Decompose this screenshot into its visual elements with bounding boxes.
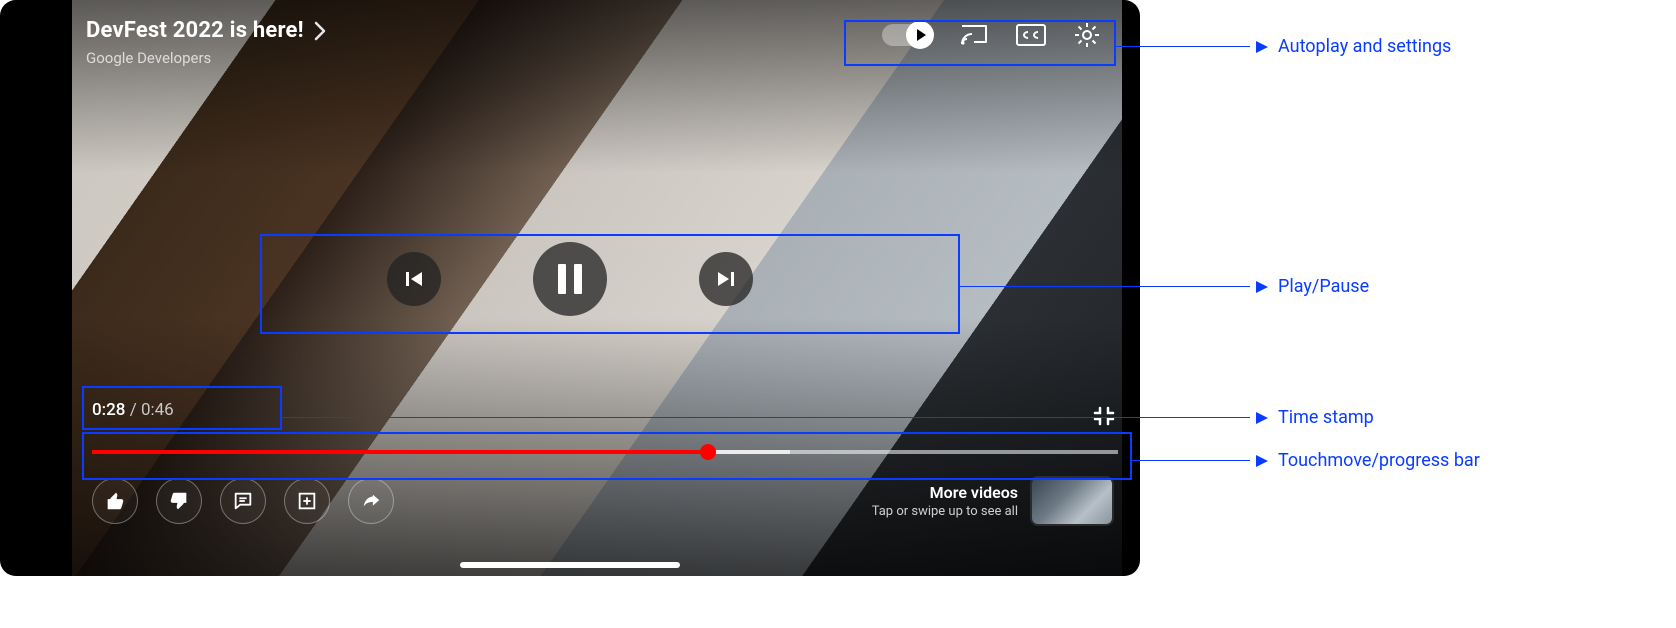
annotation-time-label: Time stamp [1278,407,1374,428]
progress-bar[interactable] [92,450,1118,454]
top-bar: DevFest 2022 is here! Google Developers [86,18,1110,67]
annotation-center-label: Play/Pause [1278,276,1369,297]
annotation-time: Time stamp [282,407,1374,428]
more-videos-title: More videos [872,483,1018,502]
more-videos[interactable]: More videos Tap or swipe up to see all [872,478,1112,524]
next-track-icon [715,268,737,290]
autoplay-knob-play-icon [906,21,934,49]
add-to-playlist-icon [296,490,318,512]
annotation-top-label: Autoplay and settings [1278,36,1451,57]
annotation-progress-label: Touchmove/progress bar [1278,450,1480,471]
action-row [92,478,394,524]
share-button[interactable] [348,478,394,524]
comments-button[interactable] [220,478,266,524]
timestamp: 0:28 / 0:46 [92,400,174,420]
more-videos-thumbnail [1032,478,1112,524]
closed-captions-icon[interactable] [1016,24,1046,46]
previous-track-icon [403,268,425,290]
dislike-button[interactable] [156,478,202,524]
annotation-center: Play/Pause [960,276,1369,297]
gear-icon[interactable] [1074,22,1100,48]
home-indicator [460,562,680,568]
thumbs-down-icon [168,490,190,512]
video-title: DevFest 2022 is here! [86,18,304,43]
top-right-controls [872,18,1110,52]
annotation-progress: Touchmove/progress bar [1132,450,1480,471]
title-block[interactable]: DevFest 2022 is here! Google Developers [86,18,327,67]
current-time: 0:28 [92,400,125,420]
next-button[interactable] [699,252,753,306]
thumbs-up-icon [104,490,126,512]
center-playback-controls [387,242,753,316]
progress-scrubber[interactable] [700,444,716,460]
more-videos-subtitle: Tap or swipe up to see all [872,504,1018,519]
like-button[interactable] [92,478,138,524]
pause-icon [558,264,582,294]
autoplay-toggle[interactable] [882,24,932,46]
comment-icon [232,490,254,512]
chevron-right-icon [314,21,327,41]
previous-button[interactable] [387,252,441,306]
channel-name: Google Developers [86,49,327,67]
progress-fill [92,450,708,454]
share-icon [360,490,382,512]
annotation-top: Autoplay and settings [1116,36,1451,57]
save-button[interactable] [284,478,330,524]
play-pause-button[interactable] [533,242,607,316]
cast-icon[interactable] [960,23,988,47]
duration: 0:46 [141,400,174,420]
